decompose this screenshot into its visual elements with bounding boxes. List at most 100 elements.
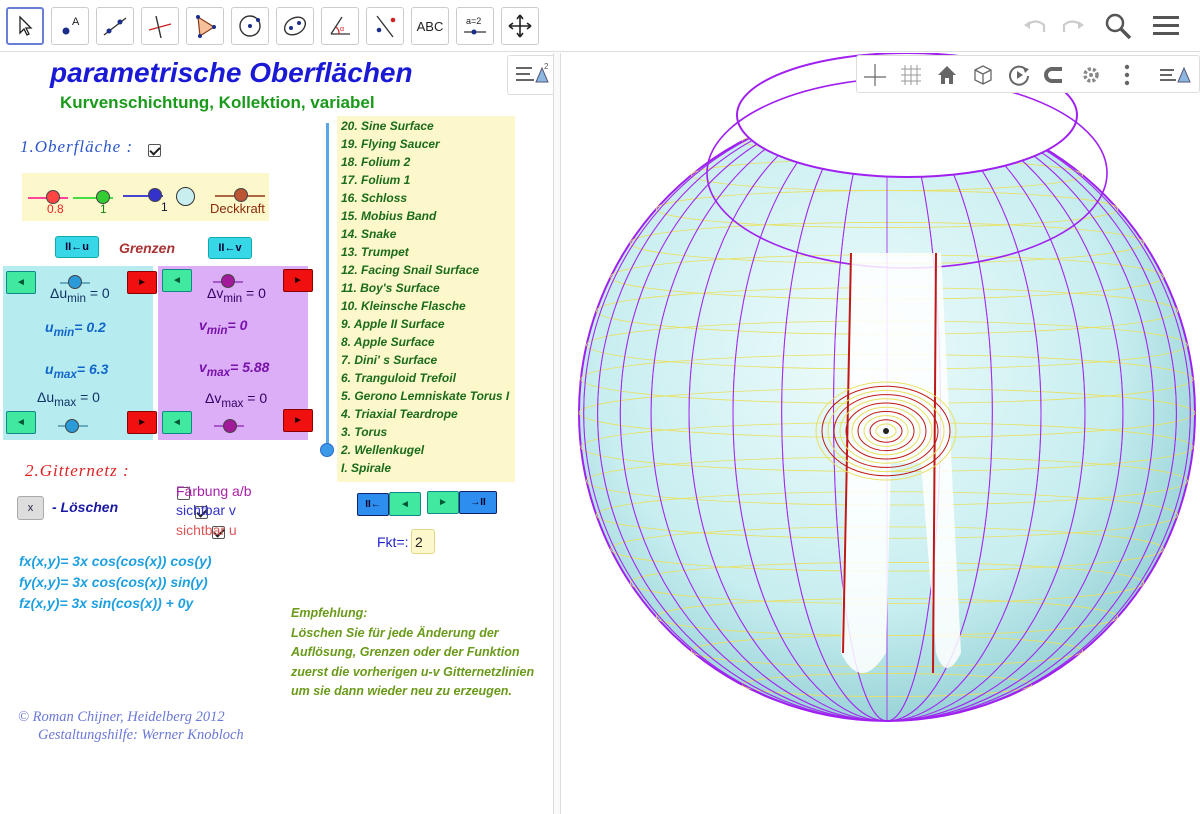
circle-tool-button[interactable] [231,7,269,45]
u-max-label: umax= 6.3 [45,361,108,381]
surface-vortex-center [883,428,889,434]
surface-list-item[interactable]: 11. Boy's Surface [341,281,440,295]
angle-tool-button[interactable]: α [321,7,359,45]
move-graphics-tool-button[interactable] [501,7,539,45]
surface-list-item[interactable]: 13. Trumpet [341,245,409,259]
v-min-increase-button[interactable]: ► [283,269,313,292]
u-min-increase-button[interactable]: ► [127,271,157,294]
first-surface-button[interactable]: II← [357,493,389,516]
u-min-decrease-button[interactable]: ◄ [6,271,36,294]
surface-list-item[interactable]: 10. Kleinsche Flasche [341,299,466,313]
red-value: 0.8 [47,202,64,216]
surface-list-item[interactable]: 12. Facing Snail Surface [341,263,479,277]
menu-button[interactable] [1150,10,1182,42]
reflect-tool-button[interactable] [366,7,404,45]
visible-v-label: sichtbar v [176,502,236,518]
u-min-value: = 0.2 [74,319,106,335]
move-arrows-icon [508,14,532,38]
u-max-increase-button[interactable]: ► [127,411,157,434]
graphics-view-3d[interactable] [561,53,1200,814]
delta-v-min-symbol: Δv [207,285,224,301]
function-fz: fz(x,y)= 3x sin(cos(x)) + 0y [19,595,194,611]
polygon-tool-button[interactable] [186,7,224,45]
slider-tool-button[interactable]: a=2 [456,7,494,45]
recommendation-line-1: Löschen Sie für jede Änderung der [291,626,499,640]
surface-list-item[interactable]: 3. Torus [341,425,387,439]
previous-surface-button[interactable]: ◄ [389,492,421,516]
line-tool-button[interactable] [96,7,134,45]
more-vertical-icon [1124,64,1130,86]
recommendation-title: Empfehlung: [291,606,368,620]
text-tool-button[interactable]: ABC [411,7,449,45]
search-button[interactable] [1102,10,1134,42]
surface-list-item[interactable]: 9. Apple II Surface [341,317,445,331]
style-bar-3d-button[interactable] [1157,61,1193,89]
surface-list-item[interactable]: 2. Wellenkugel [341,443,424,457]
surface-list-item[interactable]: 6. Tranguloid Trefoil [341,371,456,385]
surface-selector-track[interactable] [326,123,329,451]
surface-list-item[interactable]: 5. Gerono Lemniskate Torus I [341,389,509,403]
more-options-button[interactable] [1113,61,1141,89]
reset-u-button[interactable]: II←u [55,236,99,258]
move-tool-button[interactable] [6,7,44,45]
v-max-increase-button[interactable]: ► [283,409,313,432]
u-max-value: = 6.3 [76,361,109,377]
cursor-icon [19,15,33,36]
geogebra-app: A α ABC a=2 parametrische Oberflächen Ku… [0,0,1200,814]
redo-button[interactable] [1056,10,1088,42]
text-tool-label: ABC [416,18,444,34]
next-surface-button[interactable]: ► [427,491,459,514]
surface-list-item[interactable]: 18. Folium 2 [341,155,410,169]
surface-list-item[interactable]: 17. Folium 1 [341,173,410,187]
home-view-button[interactable] [933,61,961,89]
conic-tool-button[interactable] [276,7,314,45]
surface-list-item[interactable]: 16. Schloss [341,191,407,205]
cube-icon [974,65,992,85]
line-icon [103,17,127,36]
surface-list-item[interactable]: 8. Apple Surface [341,335,435,349]
delta-u-min-value: = 0 [89,285,110,301]
svg-text:2: 2 [544,62,549,71]
opacity-slider-knob[interactable] [234,188,248,202]
function-number-input[interactable]: 2 [411,529,435,554]
undo-button[interactable] [1020,10,1052,42]
perpendicular-tool-button[interactable] [141,7,179,45]
limits-title: Grenzen [119,240,176,256]
surface-selector-knob[interactable] [320,443,334,457]
projection-button[interactable] [1041,61,1069,89]
delta-u-min-label: Δumin = 0 [50,285,110,305]
style-bar-3d-icon [1160,66,1191,83]
last-surface-button[interactable]: →II [459,491,497,514]
view-cube-button[interactable] [969,61,997,89]
surface-visible-checkbox[interactable] [148,144,161,158]
surface-list-item[interactable]: 7. Dini' s Surface [341,353,437,367]
axes-icon [864,64,886,86]
style-bar-icon: 2 [516,62,549,83]
delta-v-max-knob[interactable] [223,419,237,433]
surface-list-item[interactable]: 19. Flying Saucer [341,137,440,151]
v-min-decrease-button[interactable]: ◄ [162,269,192,292]
u-min-label: umin= 0.2 [45,319,106,339]
panel-divider[interactable] [553,53,561,814]
point-tool-button[interactable]: A [51,7,89,45]
blue-slider-knob[interactable] [148,188,162,202]
main-toolbar: A α ABC a=2 [0,0,1200,52]
v-max-decrease-button[interactable]: ◄ [162,411,192,434]
surface-list-item[interactable]: 15. Mobius Band [341,209,436,223]
surface-list-item[interactable]: 4. Triaxial Teardrope [341,407,458,421]
delta-u-max-symbol: Δu [37,389,55,405]
axes-toggle-button[interactable] [861,61,889,89]
delete-grid-button[interactable]: x [17,496,44,520]
settings-button[interactable] [1077,61,1105,89]
reset-v-button[interactable]: II←v [208,237,252,259]
style-bar-toggle-button[interactable]: 2 [507,55,553,95]
delta-u-max-knob[interactable] [65,419,79,433]
surface-list-item[interactable]: 14. Snake [341,227,396,241]
v-max-value: = 5.88 [230,359,270,375]
page-subtitle: Kurvenschichtung, Kollektion, variabel [60,93,375,112]
rotate-view-button[interactable] [1005,61,1033,89]
surface-list-item[interactable]: 20. Sine Surface [341,119,434,133]
surface-list-item[interactable]: I. Spirale [341,461,391,475]
grid-toggle-button[interactable] [897,61,925,89]
u-max-decrease-button[interactable]: ◄ [6,411,36,434]
